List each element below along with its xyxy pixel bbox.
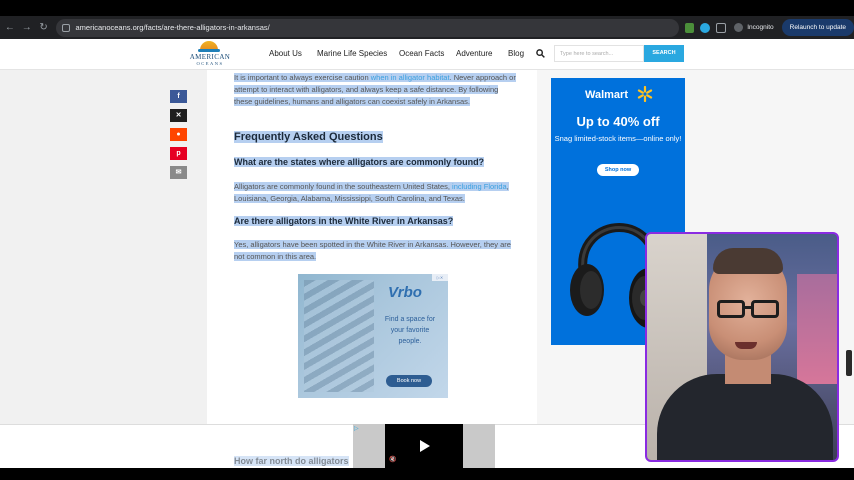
top-letterbox — [0, 0, 854, 16]
florida-link[interactable]: including Florida — [452, 182, 507, 191]
paragraph-text: It is important to always exercise cauti… — [234, 73, 371, 82]
vrbo-ad[interactable]: Vrbo Find a space for your favorite peop… — [298, 274, 448, 398]
reload-icon[interactable]: ↻ — [37, 21, 51, 35]
logo-subtext: OCEANS — [196, 61, 224, 66]
extension-icon[interactable] — [700, 22, 711, 33]
vrbo-logo: Vrbo — [388, 284, 422, 301]
nav-about-us[interactable]: About Us — [269, 49, 302, 58]
answer-text: Alligators are commonly found in the sou… — [234, 182, 453, 191]
presenter-shirt — [657, 374, 833, 460]
nav-blog[interactable]: Blog — [508, 49, 524, 58]
glasses-right-lens — [751, 300, 779, 318]
browser-toolbar: ← → ↻ americanoceans.org/facts/are-there… — [0, 16, 854, 39]
article-paragraph: It is important to always exercise cauti… — [234, 72, 516, 108]
shop-now-button[interactable]: Shop now — [597, 164, 639, 176]
adchoices-triangle-icon[interactable]: ▷ — [354, 425, 359, 432]
incognito-icon — [734, 23, 744, 32]
forward-icon[interactable]: → — [20, 21, 34, 35]
logo-wave-icon — [198, 49, 220, 52]
walmart-spark-icon — [637, 86, 653, 102]
search-input[interactable]: Type here to search... — [554, 45, 644, 62]
cam-background-light — [797, 274, 837, 384]
next-heading-partial: How far north do alligators — [234, 456, 349, 466]
search-icon[interactable] — [536, 49, 545, 58]
presenter-mouth — [735, 342, 757, 349]
glasses-bridge — [744, 306, 752, 309]
bottom-letterbox — [0, 468, 854, 480]
extension-icon[interactable] — [684, 22, 695, 33]
faq-heading: Frequently Asked Questions — [234, 131, 383, 143]
presenter-hair — [713, 248, 783, 274]
search-button[interactable]: SEARCH — [644, 45, 684, 62]
book-now-button[interactable]: Book now — [386, 375, 432, 387]
incognito-indicator[interactable]: Incognito — [734, 23, 774, 32]
nav-adventure[interactable]: Adventure — [456, 49, 492, 58]
webcam-overlay — [645, 232, 839, 462]
page-scrollbar[interactable] — [846, 350, 852, 376]
incognito-label: Incognito — [747, 24, 774, 31]
pinterest-icon[interactable]: p — [170, 147, 187, 160]
relaunch-button[interactable]: Relaunch to update — [781, 19, 854, 36]
faq-question: Are there alligators in the White River … — [234, 216, 454, 226]
faq-question: What are the states where alligators are… — [234, 157, 485, 167]
question-text: What are the states where alligators are… — [234, 157, 485, 167]
play-icon[interactable] — [420, 440, 430, 452]
vrbo-text: Find a space for your favorite people. — [384, 316, 436, 345]
logo-text: AMERICAN — [189, 53, 231, 61]
walmart-logo: Walmart — [585, 89, 628, 101]
adchoices-icon[interactable]: ▷✕ — [432, 274, 448, 281]
x-icon[interactable]: ✕ — [170, 109, 187, 122]
site-logo[interactable]: AMERICAN OCEANS — [184, 41, 236, 68]
ad-image — [304, 280, 374, 392]
faq-heading-text: Frequently Asked Questions — [234, 131, 383, 143]
nav-ocean-facts[interactable]: Ocean Facts — [399, 49, 444, 58]
glasses-left-lens — [717, 300, 745, 318]
walmart-subtext: Snag limited-stock items—online only! — [554, 134, 682, 143]
faq-answer: Alligators are commonly found in the sou… — [234, 181, 516, 205]
screen: ← → ↻ americanoceans.org/facts/are-there… — [0, 0, 854, 480]
url-text: americanoceans.org/facts/are-there-allig… — [75, 23, 270, 32]
site-info-icon[interactable] — [62, 23, 71, 32]
back-icon[interactable]: ← — [3, 21, 17, 35]
faq-answer: Yes, alligators have been spotted in the… — [234, 239, 516, 263]
address-bar[interactable]: americanoceans.org/facts/are-there-allig… — [56, 18, 679, 37]
extensions-puzzle-icon[interactable] — [716, 22, 727, 33]
email-icon[interactable]: ✉ — [170, 166, 187, 179]
mute-icon[interactable]: 🔇 — [389, 456, 396, 463]
walmart-offer: Up to 40% off — [576, 114, 660, 129]
nav-marine-life-species[interactable]: Marine Life Species — [317, 49, 387, 58]
habitat-link[interactable]: when in alligator habitat — [370, 73, 450, 82]
reddit-icon[interactable]: ● — [170, 128, 187, 141]
answer-text: Yes, alligators have been spotted in the… — [234, 240, 511, 261]
facebook-icon[interactable]: f — [170, 90, 187, 103]
site-header: AMERICAN OCEANS About Us Marine Life Spe… — [0, 39, 854, 70]
question-text: Are there alligators in the White River … — [234, 216, 454, 226]
left-gutter — [0, 70, 207, 425]
